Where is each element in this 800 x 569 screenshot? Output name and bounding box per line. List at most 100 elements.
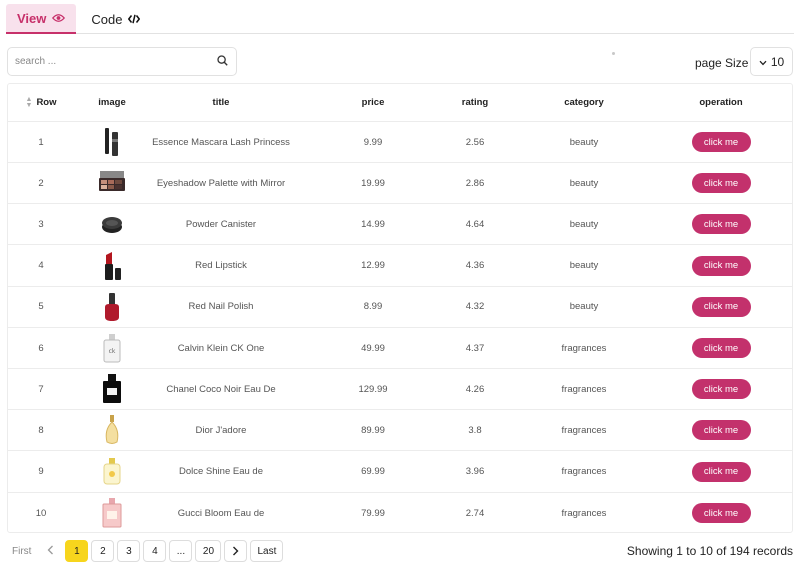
click-me-button[interactable]: click me [691, 214, 751, 235]
row-number: 3 [38, 218, 44, 230]
chevron-right-icon [233, 546, 239, 556]
product-title: Gucci Bloom Eau de [177, 507, 265, 519]
click-me-button[interactable]: click me [691, 255, 751, 276]
dolce-bottle-image [103, 457, 121, 485]
mascara-image [105, 128, 118, 156]
table-row: 6 ck Calvin Klein CK One 49.99 4.37 fragrance… [8, 328, 792, 369]
click-me-button[interactable]: click me [691, 379, 751, 400]
last-page-link[interactable]: Last [250, 540, 284, 562]
first-page-link[interactable]: First [12, 546, 31, 557]
table-header: ▲ ▼ Row image title price rating category… [8, 84, 792, 122]
page-ellipsis[interactable]: ... [169, 540, 193, 562]
operation-cell: click me [650, 369, 792, 409]
tab-view-label: View [17, 10, 47, 26]
product-category: fragrances [561, 466, 607, 478]
tab-code[interactable]: Code [80, 4, 151, 34]
product-category: beauty [569, 177, 599, 189]
products-table: ▲ ▼ Row image title price rating category… [7, 83, 793, 533]
product-rating: 3.96 [465, 466, 485, 478]
operation-cell: click me [650, 204, 792, 244]
product-price: 12.99 [361, 260, 385, 272]
code-icon [128, 14, 141, 24]
click-me-button[interactable]: click me [691, 173, 751, 194]
column-header-title: title [212, 97, 230, 108]
page-button-1[interactable]: 1 [65, 540, 89, 562]
row-number: 9 [38, 466, 44, 478]
operation-cell: click me [650, 410, 792, 450]
ck-one-bottle-image: ck [103, 334, 121, 363]
red-lipstick-image [105, 251, 121, 280]
row-number: 2 [38, 177, 44, 189]
product-title: Dolce Shine Eau de [179, 466, 263, 478]
product-price: 8.99 [363, 301, 383, 313]
table-row: 1 Essence Mascara Lash Princess 9.99 2.56 be… [8, 122, 792, 163]
column-header-rating: rating [461, 97, 489, 108]
product-rating: 4.26 [465, 383, 485, 395]
page-button-4[interactable]: 4 [143, 540, 167, 562]
prev-page-button[interactable] [47, 545, 54, 558]
pagination: First 1 2 3 4 ... 20 Last [6, 539, 284, 563]
nail-polish-image [105, 292, 119, 321]
product-category: beauty [569, 260, 599, 272]
product-title: Red Lipstick [195, 260, 247, 272]
page-button-2[interactable]: 2 [91, 540, 115, 562]
product-price: 129.99 [358, 383, 388, 395]
eye-icon [52, 13, 66, 23]
table-row: 2 Eyeshadow Palette with Mirror 19.99 2.86 b… [8, 163, 792, 205]
operation-cell: click me [650, 452, 792, 492]
search-input[interactable] [15, 56, 217, 67]
page-size-label: page Size [695, 56, 749, 70]
product-title: Dior J'adore [195, 424, 247, 436]
page-size-select[interactable]: 10 [750, 47, 793, 76]
product-title: Calvin Klein CK One [177, 342, 265, 354]
product-rating: 4.64 [465, 218, 485, 230]
click-me-button[interactable]: click me [691, 296, 751, 317]
page-button-3[interactable]: 3 [117, 540, 141, 562]
table-row: 5 Red Nail Polish 8.99 4.32 beauty click me [8, 287, 792, 328]
row-number: 1 [38, 136, 44, 148]
tab-view[interactable]: View [6, 4, 77, 34]
row-number: 4 [38, 260, 44, 272]
next-page-button[interactable] [224, 540, 248, 562]
product-category: fragrances [561, 424, 607, 436]
svg-text:ck: ck [109, 348, 116, 355]
records-summary: Showing 1 to 10 of 194 records [626, 544, 793, 558]
column-header-category: category [564, 97, 604, 108]
search-icon[interactable] [217, 53, 228, 71]
click-me-button[interactable]: click me [691, 132, 751, 152]
dior-bottle-image [105, 415, 119, 445]
operation-cell: click me [650, 246, 792, 286]
product-price: 69.99 [361, 466, 385, 478]
click-me-button[interactable]: click me [691, 503, 751, 524]
product-rating: 4.36 [465, 260, 485, 272]
product-price: 9.99 [363, 136, 383, 148]
eyeshadow-palette-image [99, 171, 125, 192]
click-me-button[interactable]: click me [691, 461, 751, 482]
click-me-button[interactable]: click me [691, 338, 751, 358]
product-title: Powder Canister [185, 218, 257, 230]
sort-icon: ▲ ▼ [25, 95, 33, 109]
table-row: 9 Dolce Shine Eau de 69.99 3.96 fragrances cl… [8, 452, 792, 493]
product-title: Chanel Coco Noir Eau De [166, 383, 276, 395]
search-box [7, 47, 237, 76]
product-title: Red Nail Polish [188, 301, 254, 313]
table-row: 4 Red Lipstick 12.99 4.36 beauty click me [8, 246, 792, 287]
click-me-button[interactable]: click me [691, 420, 751, 441]
row-number: 7 [38, 383, 44, 395]
column-header-row[interactable]: ▲ ▼ Row [8, 84, 74, 121]
row-number: 6 [38, 342, 44, 354]
table-row: 7 Chanel Coco Noir Eau De 129.99 4.26 fragra… [8, 369, 792, 411]
product-title: Essence Mascara Lash Princess [152, 136, 290, 148]
product-price: 49.99 [361, 342, 385, 354]
product-category: beauty [569, 218, 599, 230]
product-rating: 2.74 [465, 507, 485, 519]
chanel-bottle-image [103, 374, 121, 404]
product-rating: 3.8 [468, 424, 482, 436]
operation-cell: click me [650, 163, 792, 203]
product-price: 79.99 [361, 507, 385, 519]
chevron-left-icon [48, 545, 54, 554]
product-category: fragrances [561, 342, 607, 354]
chevron-down-icon [759, 55, 767, 69]
page-button-20[interactable]: 20 [195, 540, 222, 562]
row-number: 5 [38, 301, 44, 313]
